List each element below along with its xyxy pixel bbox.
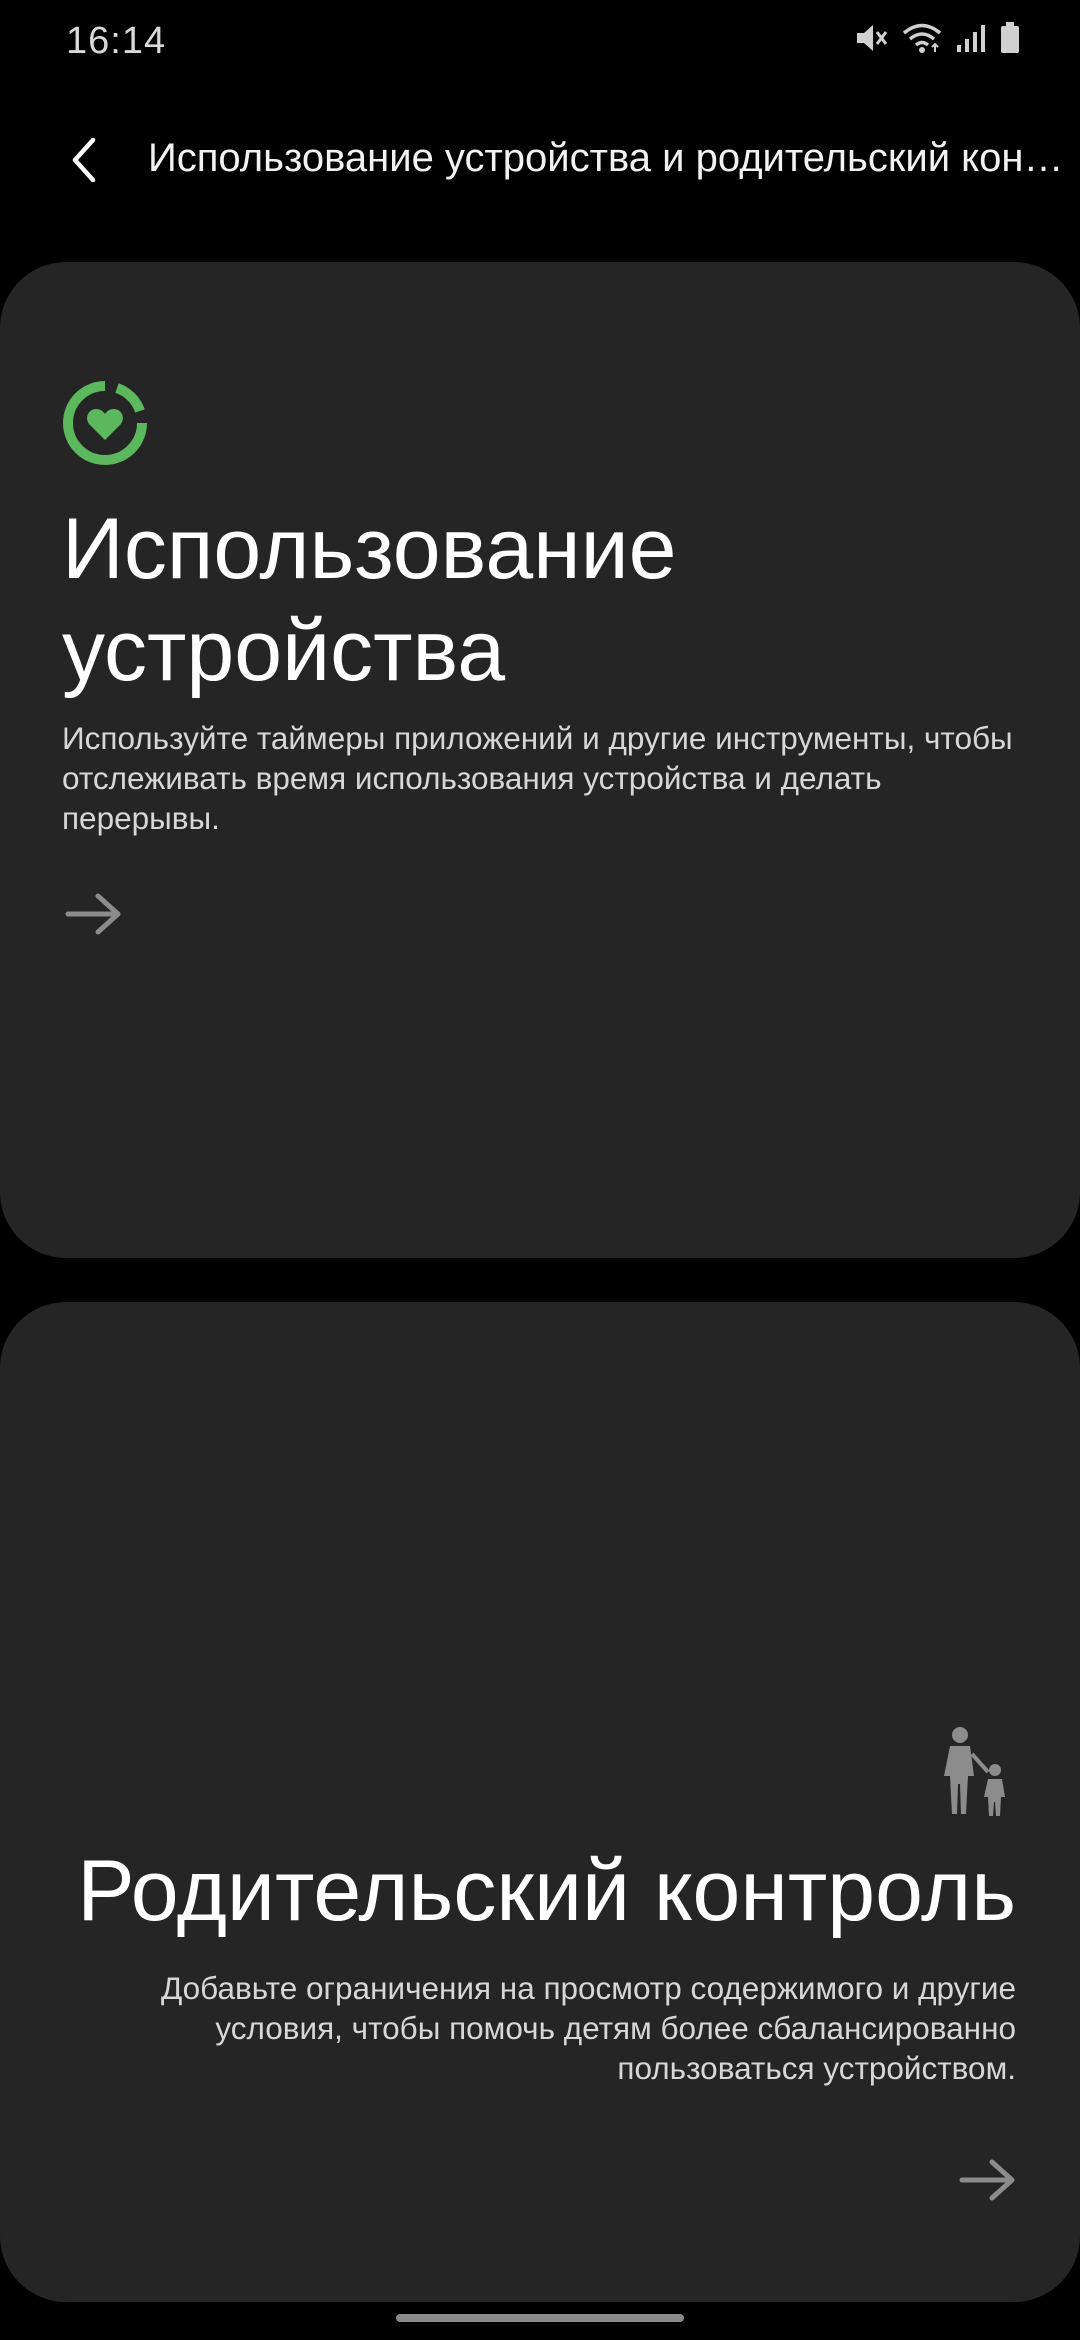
- status-time: 16:14: [66, 20, 167, 62]
- parental-controls-card[interactable]: Родительский контроль Добавьте ограничен…: [0, 1302, 1080, 2302]
- battery-icon: [1000, 22, 1020, 54]
- digital-wellbeing-heart-icon: [63, 381, 147, 465]
- status-icons: [854, 22, 1020, 54]
- mute-icon: [854, 23, 888, 53]
- parent-child-icon: [944, 1727, 1005, 1816]
- arrow-right-icon[interactable]: [60, 888, 128, 940]
- page-title: Использование устройства и родительский …: [148, 136, 1078, 180]
- app-header: Использование устройства и родительский …: [0, 110, 1080, 210]
- back-button[interactable]: [50, 126, 118, 194]
- device-usage-description: Используйте таймеры приложений и другие …: [62, 720, 1013, 836]
- wifi-icon: [902, 22, 942, 54]
- device-usage-title: Использование устройства: [62, 501, 677, 699]
- parental-controls-description: Добавьте ограничения на просмотр содержи…: [160, 1970, 1016, 2086]
- home-indicator[interactable]: [396, 2314, 684, 2322]
- arrow-right-icon[interactable]: [954, 2154, 1022, 2206]
- status-bar: 16:14: [0, 0, 1080, 84]
- signal-icon: [956, 23, 986, 53]
- parental-controls-title: Родительский контроль: [77, 1843, 1016, 1939]
- device-usage-card[interactable]: Использование устройства Используйте тай…: [0, 262, 1080, 1258]
- chevron-left-icon: [72, 137, 96, 183]
